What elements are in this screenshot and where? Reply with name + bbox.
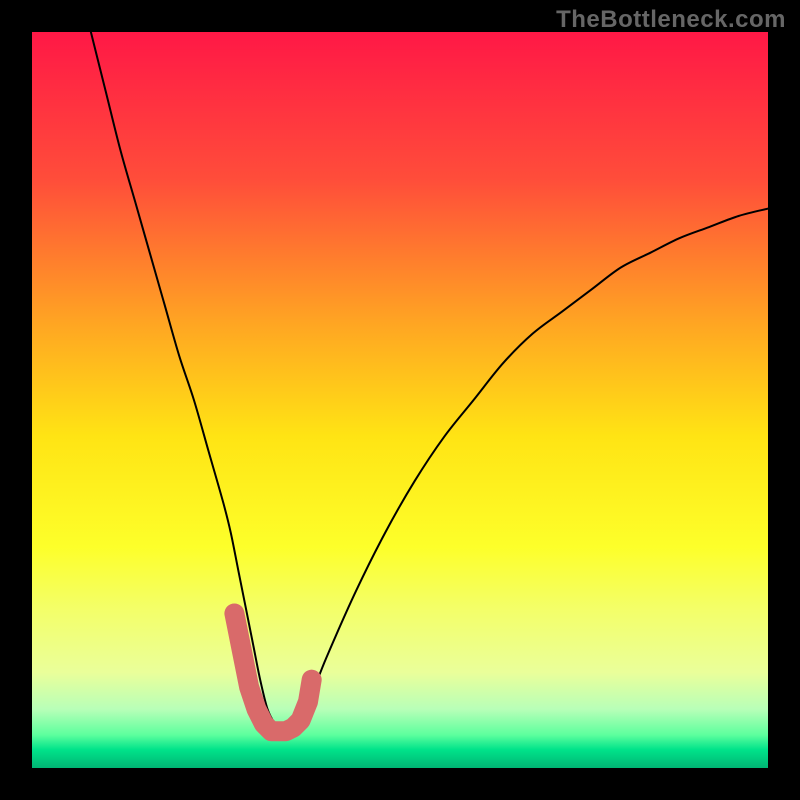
- plot-area: [32, 32, 768, 768]
- chart-svg: [32, 32, 768, 768]
- gradient-background: [32, 32, 768, 768]
- watermark-text: TheBottleneck.com: [556, 6, 786, 34]
- chart-frame: TheBottleneck.com: [0, 0, 800, 800]
